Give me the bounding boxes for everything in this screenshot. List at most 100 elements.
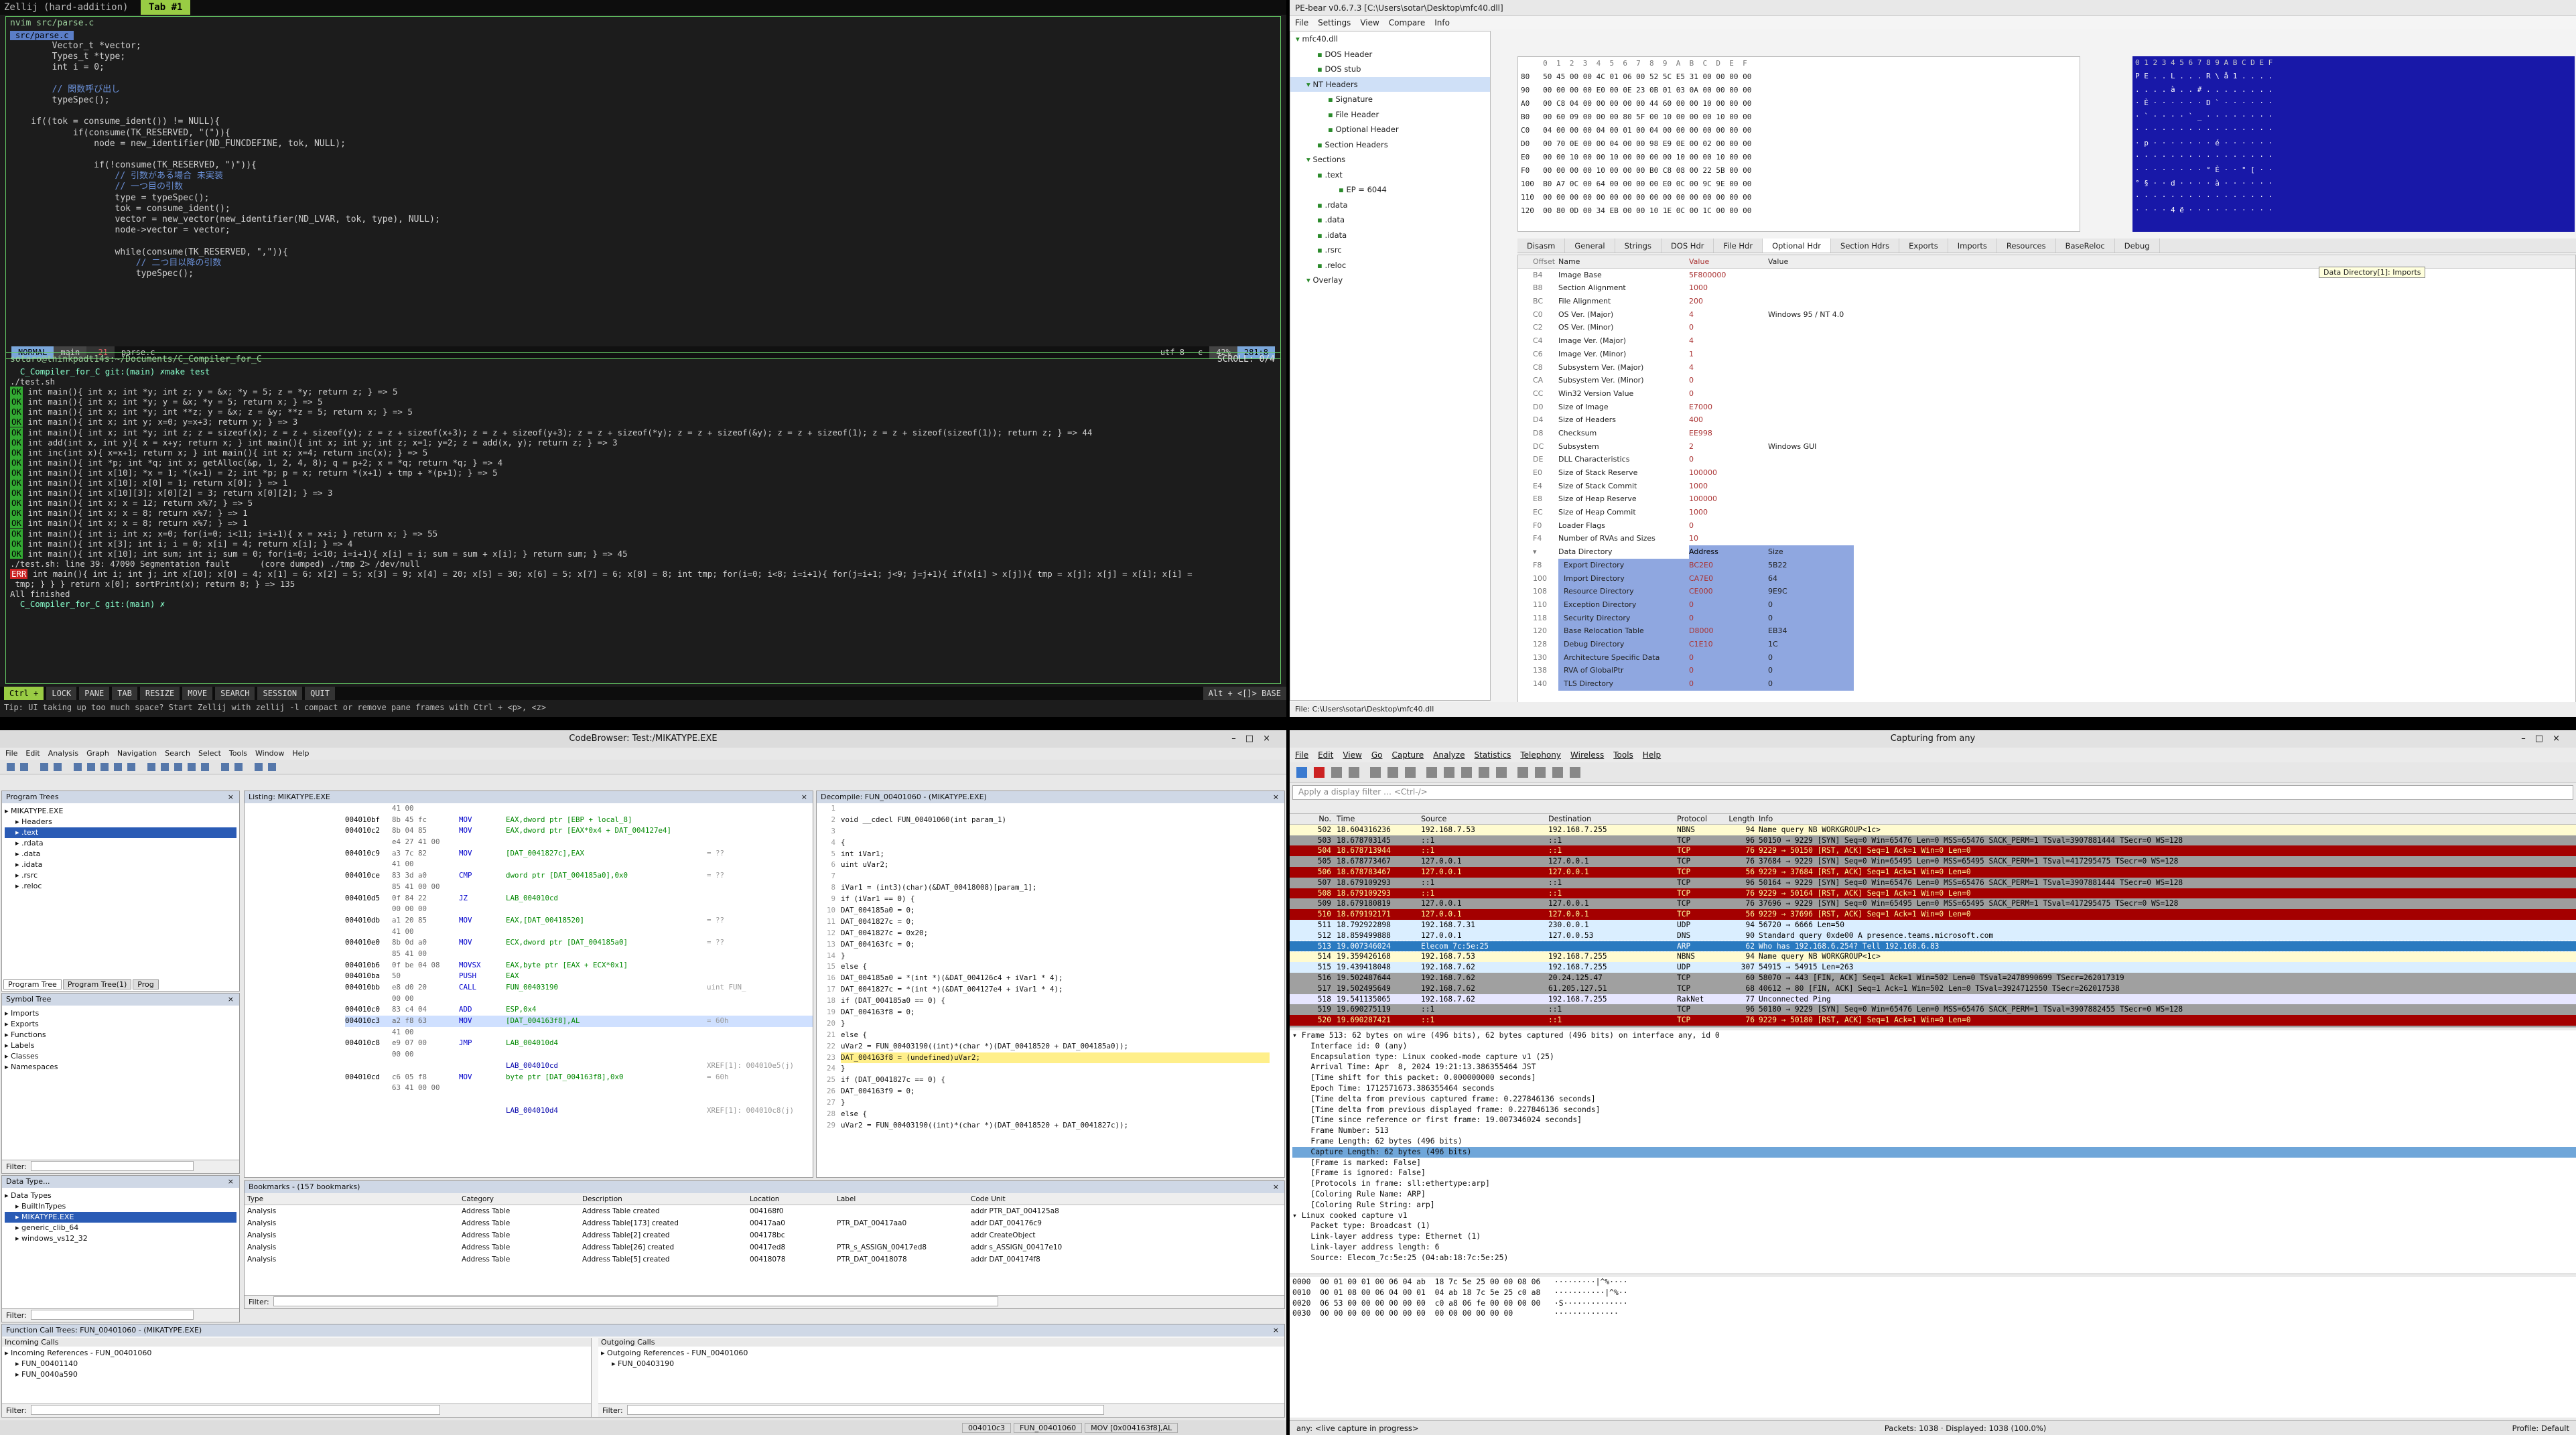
detail-line[interactable]: [Frame is marked: False]	[1292, 1158, 2576, 1168]
code-line[interactable]: // 引数がある場合 未実装	[6, 171, 1280, 182]
listing-line[interactable]: LAB_004010cd XREF[1]: 004010e5(j)	[345, 1061, 813, 1072]
listing-line[interactable]: 004010c9 a3 7c 82 MOV [DAT_0041827c],EAX = ?…	[345, 848, 813, 860]
maximize-icon[interactable]: □	[2535, 734, 2553, 744]
decompile-line[interactable]: 15 else {	[819, 961, 1284, 973]
packet-row[interactable]: 504 18.678713944::1::1 TCP 76 9229 → 50150 […	[1290, 845, 2576, 857]
close-icon[interactable]: ×	[228, 791, 234, 803]
detail-line[interactable]: [Time since reference or first frame: 19…	[1292, 1115, 2576, 1125]
decompile-line[interactable]: 12 DAT_0041827c = 0x20;	[819, 928, 1284, 939]
menu-view[interactable]: View	[1343, 750, 1361, 760]
pe-tree-item[interactable]: ▪ Section Headers	[1290, 137, 1490, 153]
tree-item[interactable]: ▸ .text	[5, 827, 236, 838]
listing-line[interactable]: 004010e0 8b 0d a0 MOV ECX,dword ptr [DAT_00…	[345, 937, 813, 949]
decompile-line[interactable]: 1	[819, 803, 1284, 815]
grid-row[interactable]: F4 Number of RVAs and Sizes 10	[1518, 532, 2575, 545]
ascii-row[interactable]: · · · · · · · · ° È · · " [ · ·	[2132, 163, 2575, 177]
listing-line[interactable]: 004010ba 50 PUSH EAX	[345, 971, 813, 982]
close-icon[interactable]: ×	[1273, 791, 1279, 803]
decompile-line[interactable]: 29 uVar2 = FUN_00403190((int)*(char *)(D…	[819, 1120, 1284, 1132]
listing-line[interactable]: 004010cd c6 05 f8 MOV byte ptr [DAT_004163f…	[345, 1072, 813, 1083]
close-icon[interactable]: ×	[2553, 734, 2569, 744]
packet-row[interactable]: 512 18.859499888 127.0.0.1 127.0.0.53 DNS 90 S…	[1290, 930, 2576, 941]
code-line[interactable]: node = new_identifier(ND_FUNCDEFINE, tok…	[6, 139, 1280, 149]
data-directory-entry[interactable]: 138 RVA of GlobalPtr 0 0	[1518, 664, 2575, 677]
tab-debug[interactable]: Debug	[2115, 238, 2160, 253]
tab-general[interactable]: General	[1565, 238, 1615, 253]
hex-row[interactable]: 80 50 45 00 00 4C 01 06 00 52 5C E5 31 0…	[1518, 70, 2080, 84]
pe-tree-item[interactable]: ▪ .rdata	[1290, 198, 1490, 213]
pe-tree-item[interactable]: ▪ EP = 6044	[1290, 182, 1490, 198]
tree-item[interactable]: ▸ Headers	[5, 817, 236, 827]
tree-item[interactable]: ▸ windows_vs12_32	[5, 1233, 236, 1244]
data-directory-entry[interactable]: 108 Resource Directory CE000 9E9C	[1518, 585, 2575, 598]
listing-line[interactable]: 85 41 00 00	[345, 882, 813, 893]
hex-row[interactable]: 90 00 00 00 00 E0 00 0E 23 0B 01 03 0A 0…	[1518, 84, 2080, 97]
hexdump-line[interactable]: 0010 00 01 08 00 06 04 00 01 04 ab 18 7c…	[1292, 1288, 2576, 1298]
data-directory-entry[interactable]: 128 Debug Directory C1E10 1C	[1518, 637, 2575, 651]
listing-line[interactable]: 00 00	[345, 1049, 813, 1061]
hexdump-line[interactable]: 0030 00 00 00 00 00 00 00 00 00 00 00 00…	[1292, 1308, 2576, 1319]
packet-row[interactable]: 508 18.679109293::1::1 TCP 76 9229 → 50164 […	[1290, 888, 2576, 899]
grid-row[interactable]: C2 OS Ver. (Minor) 0	[1518, 321, 2575, 334]
hex-row[interactable]: E0 00 00 10 00 00 10 00 00 00 00 10 00 0…	[1518, 151, 2080, 164]
packet-row[interactable]: 515 19.439418048 192.168.7.62 192.168.7.255…	[1290, 962, 2576, 973]
menu-edit[interactable]: Edit	[25, 749, 40, 758]
minimize-icon[interactable]: –	[1231, 734, 1245, 744]
pe-structure-tree[interactable]: ▾ mfc40.dll ▪ DOS Header ▪ DOS stub ▾ NT He…	[1290, 31, 1491, 701]
pe-tree-item[interactable]: ▪ .rsrc	[1290, 243, 1490, 258]
packet-row[interactable]: 516 19.502487644 192.168.7.62 20.24.125.47 T…	[1290, 972, 2576, 983]
menu-view[interactable]: View	[1360, 18, 1379, 27]
data-directory-entry[interactable]: 118 Security Directory 0 0	[1518, 611, 2575, 625]
incoming-filter-input[interactable]	[30, 1405, 440, 1415]
tree-item[interactable]: ▸ Incoming References - FUN_00401060	[5, 1348, 588, 1359]
listing-line[interactable]	[345, 1094, 813, 1105]
listing-line[interactable]: 41 00	[345, 927, 813, 938]
tree-item[interactable]: ▸ .data	[5, 849, 236, 860]
listing-line[interactable]: 004010c2 8b 04 85 MOV EAX,dword ptr [EAX*0x…	[345, 825, 813, 837]
detail-line[interactable]: Encapsulation type: Linux cooked-mode ca…	[1292, 1052, 2576, 1063]
decompile-line[interactable]: 16 DAT_004185a0 = *(int *)(&DAT_004126c4…	[819, 973, 1284, 984]
code-editor[interactable]: Vector_t *vector; Types_t *type; int i =…	[6, 41, 1280, 279]
mode-key-move[interactable]: MOVE	[182, 687, 213, 700]
packet-row[interactable]: 513 19.007346024 Elecom_7c:5e:25 ARP 62 Who h…	[1290, 940, 2576, 953]
optional-header-grid[interactable]: Offset Name Value Value B4 Image Base 5F80000…	[1517, 255, 2576, 703]
data-directory-entry[interactable]: 110 Exception Directory 0 0	[1518, 598, 2575, 612]
packet-bytes[interactable]: 0000 00 01 00 01 00 06 04 ab 18 7c 5e 25…	[1290, 1277, 2576, 1418]
listing-panel[interactable]: Listing: MIKATYPE.EXE × 41 00 004010bf 8b 4…	[244, 791, 813, 1178]
code-line[interactable]	[6, 106, 1280, 117]
decompile-line[interactable]: 8 iVar1 = (int3)(char)(&DAT_00418008)[pa…	[819, 882, 1284, 894]
close-icon[interactable]: ×	[1273, 1324, 1279, 1337]
detail-line[interactable]: Link-layer address type: Ethernet (1)	[1292, 1231, 2576, 1242]
ascii-row[interactable]: . . . . à . . # . . . . . . . .	[2132, 83, 2575, 96]
symbol-tree-item[interactable]: ▸ Imports	[5, 1008, 236, 1019]
listing-line[interactable]: 85 41 00	[345, 949, 813, 960]
code-line[interactable]: if(!consume(TK_RESERVED, ")")){	[6, 160, 1280, 171]
decompile-line[interactable]: 21 else {	[819, 1030, 1284, 1041]
symbol-tree-item[interactable]: ▸ Functions	[5, 1030, 236, 1040]
packet-row[interactable]: 509 18.679180819 127.0.0.1 127.0.0.1 TCP 76 37…	[1290, 898, 2576, 910]
grid-row[interactable]: C0 OS Ver. (Major) 4 Windows 95 / NT 4.0	[1518, 308, 2575, 322]
menu-graph[interactable]: Graph	[86, 749, 109, 758]
grid-row[interactable]: F0 Loader Flags 0	[1518, 519, 2575, 533]
mode-key-pane[interactable]: PANE	[79, 687, 110, 700]
decompile-line[interactable]: 2 void __cdecl FUN_00401060(int param_1)	[819, 815, 1284, 826]
listing-line[interactable]: 004010db a1 20 85 MOV EAX,[DAT_00418520] = ?…	[345, 915, 813, 927]
detail-line[interactable]: Frame Length: 62 bytes (496 bits)	[1292, 1136, 2576, 1147]
ascii-row[interactable]: · p · · · · · · · é · · · · · ·	[2132, 137, 2575, 150]
code-line[interactable]	[6, 236, 1280, 247]
pe-tree-item[interactable]: ▪ File Header	[1290, 107, 1490, 123]
menu-file[interactable]: File	[5, 749, 17, 758]
packet-col-header[interactable]: Length	[1728, 814, 1759, 824]
decompile-line[interactable]: 4{	[819, 837, 1284, 849]
terminal-output[interactable]: C_Compiler_for_C git:(main) ✗make test ./…	[6, 366, 1280, 609]
symbol-tree-item[interactable]: ▸ Classes	[5, 1051, 236, 1062]
ascii-view[interactable]: 0 1 2 3 4 5 6 7 8 9 A B C D E F P E . . …	[2132, 56, 2575, 232]
grid-row[interactable]: C6 Image Ver. (Minor) 1	[1518, 348, 2575, 361]
grid-row[interactable]: C8 Subsystem Ver. (Major) 4	[1518, 361, 2575, 374]
decompile-line[interactable]: 7	[819, 871, 1284, 882]
listing-line[interactable]: 41 00	[345, 803, 813, 815]
minimize-icon[interactable]: –	[2521, 734, 2535, 744]
detail-line[interactable]: Packet type: Broadcast (1)	[1292, 1221, 2576, 1231]
detail-line[interactable]: [Protocols in frame: sll:ethertype:arp]	[1292, 1178, 2576, 1189]
decompile-line[interactable]: 19 DAT_004163f8 = 0;	[819, 1007, 1284, 1018]
